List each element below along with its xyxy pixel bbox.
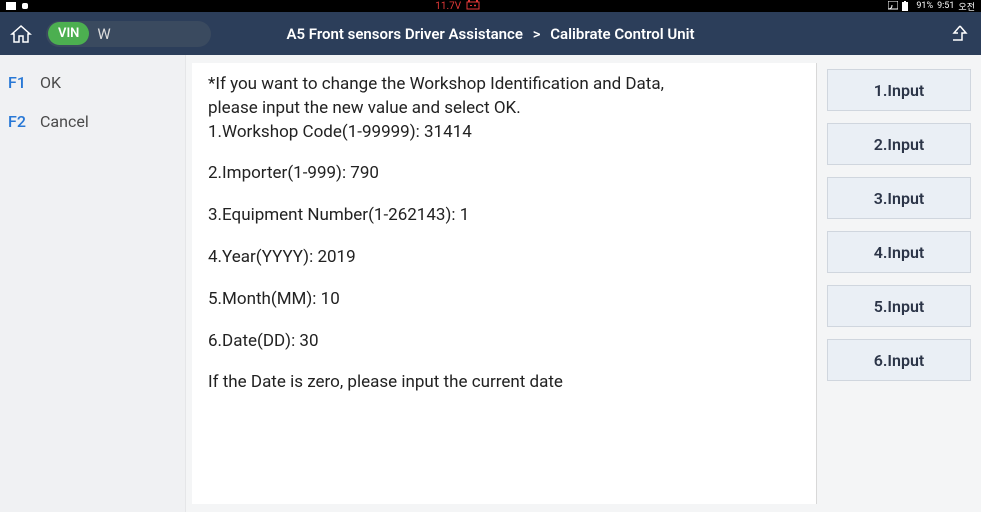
status-dot-icon [22, 3, 28, 9]
breadcrumb-separator: > [533, 25, 541, 43]
cast-icon [888, 1, 898, 11]
input-2-button[interactable]: 2.Input [827, 123, 971, 165]
content-line: please input the new value and select OK… [208, 97, 800, 121]
content-line: 3.Equipment Number(1-262143): 1 [208, 204, 800, 228]
input-1-button[interactable]: 1.Input [827, 69, 971, 111]
fkey-cancel[interactable]: F2 Cancel [0, 102, 185, 141]
camera-icon [6, 2, 16, 10]
input-6-button[interactable]: 6.Input [827, 339, 971, 381]
content-line: 4.Year(YYYY): 2019 [208, 246, 800, 270]
vin-value: W [97, 25, 110, 43]
content-line: 1.Workshop Code(1-99999): 31414 [208, 121, 800, 145]
input-panel: 1.Input 2.Input 3.Input 4.Input 5.Input … [827, 63, 975, 504]
app-header: VIN W A5 Front sensors Driver Assistance… [0, 12, 981, 55]
content-line: *If you want to change the Workshop Iden… [208, 73, 800, 97]
battery-car-icon [465, 0, 481, 13]
content-line: 5.Month(MM): 10 [208, 288, 800, 312]
main-area: F1 OK F2 Cancel *If you want to change t… [0, 55, 981, 512]
vin-badge: VIN [48, 22, 89, 45]
up-button[interactable] [947, 21, 973, 47]
clock-ampm: 오전 [958, 0, 975, 13]
up-arrow-icon [950, 23, 970, 45]
voltage-text: 11.7V [435, 1, 461, 12]
content-line: If the Date is zero, please input the cu… [208, 371, 800, 395]
content-wrap: *If you want to change the Workshop Iden… [186, 55, 981, 512]
battery-percent: 91% [916, 1, 933, 11]
fkey-panel: F1 OK F2 Cancel [0, 55, 186, 512]
home-button[interactable] [8, 22, 34, 46]
fkey-code: F2 [8, 112, 30, 131]
input-3-button[interactable]: 3.Input [827, 177, 971, 219]
home-icon [10, 24, 32, 44]
android-status-bar: 11.7V 91% 9:51 오전 [0, 0, 981, 12]
breadcrumb-current: Calibrate Control Unit [550, 25, 694, 43]
content-line: 6.Date(DD): 30 [208, 330, 800, 354]
status-left [6, 2, 28, 10]
status-voltage: 11.7V [435, 0, 481, 13]
vin-pill[interactable]: VIN W [46, 21, 211, 47]
input-4-button[interactable]: 4.Input [827, 231, 971, 273]
breadcrumb-context: A5 Front sensors Driver Assistance [286, 25, 523, 43]
fkey-label: Cancel [40, 112, 89, 131]
status-right: 91% 9:51 오전 [888, 0, 975, 13]
content-line: 2.Importer(1-999): 790 [208, 162, 800, 186]
fkey-code: F1 [8, 73, 30, 92]
fkey-ok[interactable]: F1 OK [0, 63, 185, 102]
battery-icon [902, 1, 912, 11]
input-5-button[interactable]: 5.Input [827, 285, 971, 327]
fkey-label: OK [40, 73, 61, 92]
clock-time: 9:51 [937, 1, 954, 11]
breadcrumb: A5 Front sensors Driver Assistance > Cal… [286, 25, 694, 43]
content-panel: *If you want to change the Workshop Iden… [192, 63, 817, 504]
